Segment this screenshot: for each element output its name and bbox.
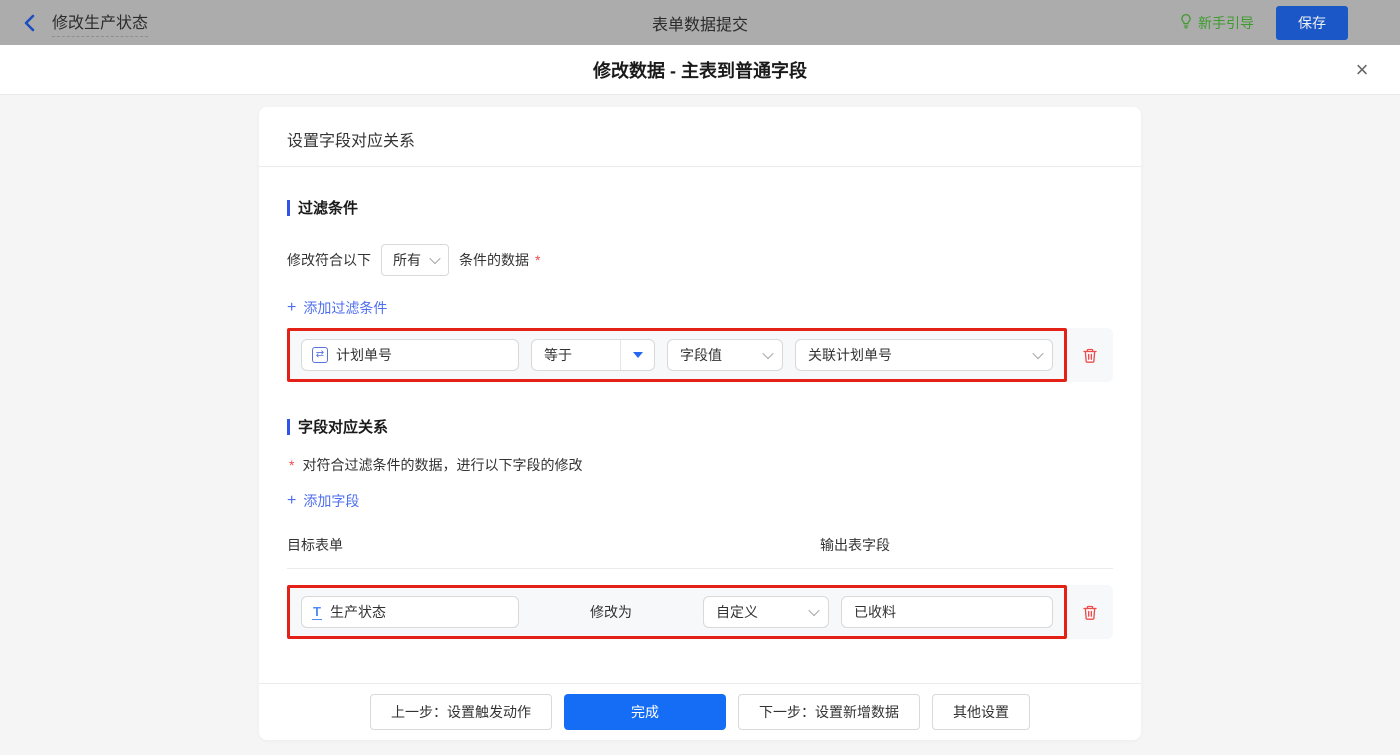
trash-icon xyxy=(1083,348,1097,363)
compare-value-select[interactable]: 关联计划单号 xyxy=(795,339,1053,371)
mapping-column-headers: 目标表单 输出表字段 xyxy=(287,535,1113,569)
mapping-hint: * 对符合过滤条件的数据，进行以下字段的修改 xyxy=(289,457,583,473)
prev-step-button[interactable]: 上一步：设置触发动作 xyxy=(370,694,552,730)
beginner-guide-link[interactable]: 新手引导 xyxy=(1179,13,1254,33)
chevron-down-icon xyxy=(808,604,820,617)
add-filter-condition-link[interactable]: + 添加过滤条件 xyxy=(287,298,387,318)
required-mark: * xyxy=(289,457,295,473)
caret-down-icon[interactable] xyxy=(620,340,654,370)
done-button[interactable]: 完成 xyxy=(564,694,726,730)
card-header-title: 设置字段对应关系 xyxy=(259,107,1141,167)
delete-field-button[interactable] xyxy=(1082,604,1098,621)
add-field-link[interactable]: + 添加字段 xyxy=(287,491,359,511)
value-source-select[interactable]: 自定义 xyxy=(703,596,829,628)
plus-icon: + xyxy=(287,299,297,316)
filter-condition-row: ⇄ 计划单号 等于 字段值 关联计划单号 xyxy=(287,328,1113,382)
text-field-icon: T xyxy=(312,603,322,620)
accent-bar xyxy=(287,418,290,435)
chevron-down-icon xyxy=(1032,347,1044,360)
delete-condition-button[interactable] xyxy=(1082,347,1098,364)
match-mode-select[interactable]: 所有 xyxy=(381,244,449,276)
highlight-outline: ⇄ 计划单号 等于 字段值 关联计划单号 xyxy=(287,328,1067,382)
next-step-button[interactable]: 下一步：设置新增数据 xyxy=(738,694,920,730)
trash-icon xyxy=(1083,605,1097,620)
target-field-input[interactable]: T 生产状态 xyxy=(301,596,519,628)
serial-field-icon: ⇄ xyxy=(312,347,328,363)
accent-bar xyxy=(287,199,290,216)
modal-body: 设置字段对应关系 过滤条件 修改符合以下 所有 条件的数据 * + 添加过滤条件 xyxy=(0,95,1400,755)
match-suffix-text: 条件的数据 xyxy=(459,252,529,268)
filter-field-input[interactable]: ⇄ 计划单号 xyxy=(301,339,519,371)
match-condition-row: 修改符合以下 所有 条件的数据 * xyxy=(287,244,1113,276)
close-icon[interactable]: × xyxy=(1350,58,1374,82)
field-mapping-row: T 生产状态 修改为 自定义 已收料 xyxy=(287,585,1113,639)
modify-to-label: 修改为 xyxy=(590,604,632,620)
back-icon[interactable] xyxy=(22,14,38,32)
modal-title: 修改数据 - 主表到普通字段 xyxy=(593,60,807,81)
filter-section-title: 过滤条件 xyxy=(287,197,1113,218)
lightbulb-icon xyxy=(1179,13,1193,32)
modal-header: 修改数据 - 主表到普通字段 × xyxy=(0,45,1400,95)
match-prefix-text: 修改符合以下 xyxy=(287,252,371,268)
mapping-section-title: 字段对应关系 xyxy=(287,416,1113,437)
custom-value-input[interactable]: 已收料 xyxy=(841,596,1053,628)
automation-name[interactable]: 修改生产状态 xyxy=(52,9,149,37)
mapping-settings-card: 设置字段对应关系 过滤条件 修改符合以下 所有 条件的数据 * + 添加过滤条件 xyxy=(259,107,1141,740)
column-target-form: 目标表单 xyxy=(287,537,343,553)
column-output-field: 输出表字段 xyxy=(820,537,890,553)
operator-select[interactable]: 等于 xyxy=(531,339,655,371)
other-settings-button[interactable]: 其他设置 xyxy=(932,694,1030,730)
chevron-down-icon xyxy=(762,347,774,360)
topbar: 修改生产状态 表单数据提交 新手引导 保存 xyxy=(0,0,1400,45)
save-button[interactable]: 保存 xyxy=(1276,5,1348,40)
card-footer: 上一步：设置触发动作 完成 下一步：设置新增数据 其他设置 xyxy=(259,683,1141,740)
beginner-guide-label: 新手引导 xyxy=(1198,14,1254,31)
highlight-outline: T 生产状态 修改为 自定义 已收料 xyxy=(287,585,1067,639)
value-type-select[interactable]: 字段值 xyxy=(667,339,783,371)
plus-icon: + xyxy=(287,492,297,509)
chevron-down-icon xyxy=(429,252,441,265)
required-mark: * xyxy=(535,252,541,268)
